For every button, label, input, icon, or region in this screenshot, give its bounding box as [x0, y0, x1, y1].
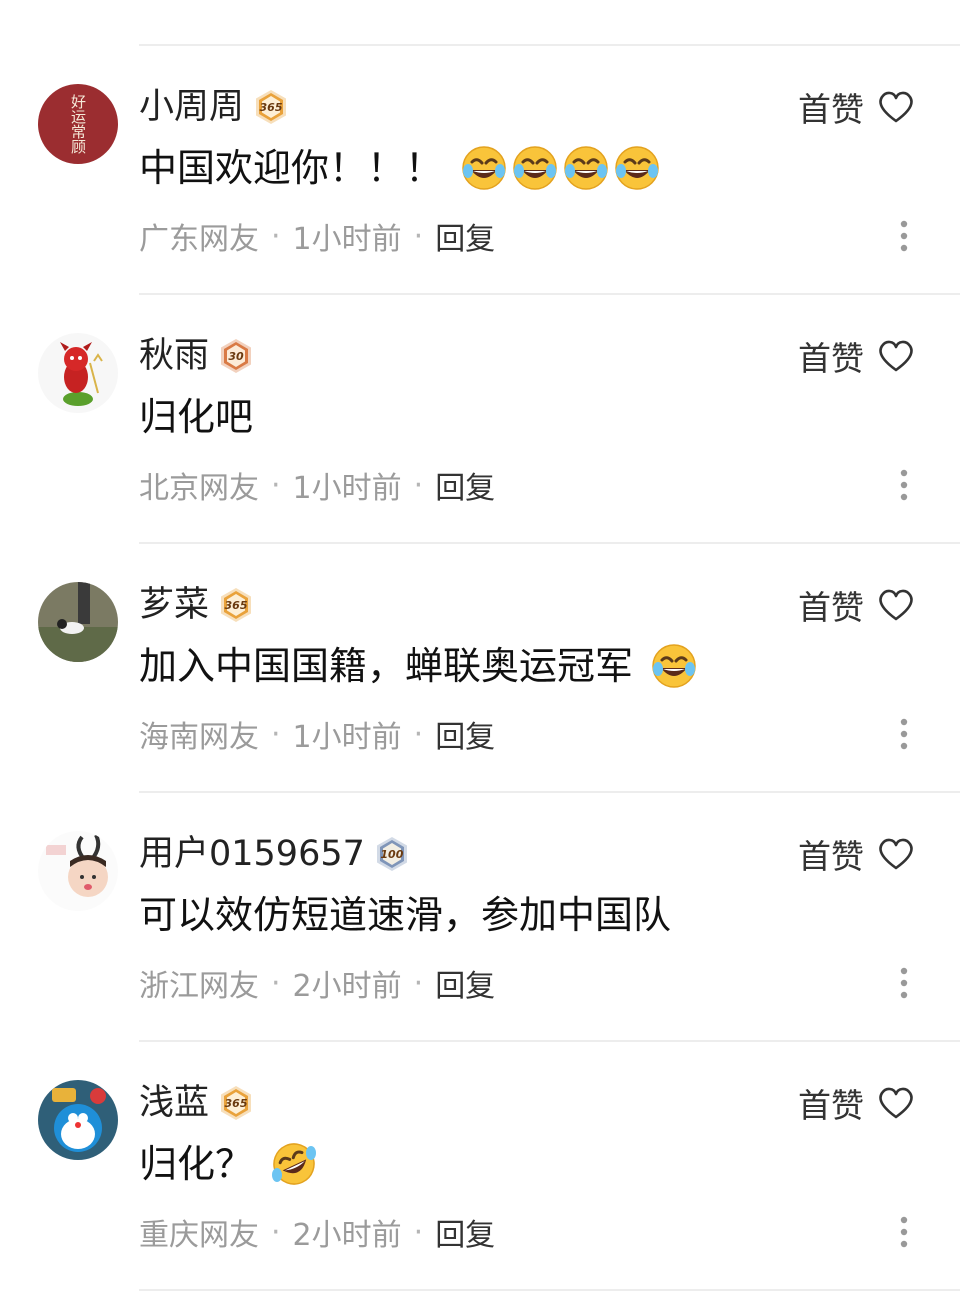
comment-body: 归化吧	[139, 395, 254, 439]
comment-body: 归化？	[139, 1142, 254, 1186]
comment-text: 加入中国国籍，蝉联奥运冠军	[139, 636, 697, 696]
like-button[interactable]: 首赞	[798, 831, 916, 877]
separator-dot: ·	[413, 467, 424, 503]
separator-dot: ·	[413, 1214, 424, 1250]
comment-body: 中国欢迎你！！！	[139, 146, 444, 190]
badge-value: 100	[380, 847, 404, 861]
comment-item: 芗菜 365 首赞加入中国国籍，蝉联奥运冠军海南网友 · 1小时前 · 回复	[0, 542, 960, 791]
username[interactable]: 小周周	[139, 84, 244, 130]
comment-item: 浅蓝 365 首赞归化？ 重庆网友 · 2小时前 · 回复	[0, 1040, 960, 1289]
like-label: 首赞	[798, 837, 864, 876]
laughing-tears-emoji-icon	[512, 145, 558, 191]
heart-icon	[876, 585, 916, 625]
more-options-icon[interactable]	[898, 963, 910, 1003]
level-badge: 365	[217, 586, 255, 624]
user-avatar[interactable]: 好运常顾	[38, 84, 118, 164]
username[interactable]: 用户0159657	[139, 831, 365, 877]
level-badge: 365	[252, 88, 290, 126]
user-avatar[interactable]	[38, 831, 118, 911]
separator-dot: ·	[413, 716, 424, 752]
badge-value: 365	[259, 100, 283, 114]
laughing-tears-emoji-icon	[651, 643, 697, 689]
like-label: 首赞	[798, 588, 864, 627]
badge-value: 365	[224, 598, 248, 612]
heart-icon	[876, 336, 916, 376]
like-label: 首赞	[798, 339, 864, 378]
comment-meta: 浙江网友 · 2小时前 · 回复	[139, 961, 495, 1005]
like-button[interactable]: 首赞	[798, 1080, 916, 1126]
comment-item: 好运常顾 小周周 365 首赞中国欢迎你！！！ 广东网友 · 1小时前 · 回复	[0, 44, 960, 293]
more-options-icon[interactable]	[898, 1212, 910, 1252]
rolling-laughing-emoji-icon	[271, 1141, 317, 1187]
user-avatar[interactable]	[38, 333, 118, 413]
separator-dot: ·	[271, 467, 281, 503]
level-badge: 100	[373, 835, 411, 873]
comment-meta: 北京网友 · 1小时前 · 回复	[139, 463, 495, 507]
location-label: 重庆网友	[139, 1218, 259, 1253]
reply-button[interactable]: 回复	[435, 463, 495, 507]
reply-button[interactable]: 回复	[435, 961, 495, 1005]
name-row: 用户0159657 100	[139, 831, 411, 877]
timestamp: 2小时前	[292, 969, 402, 1004]
location-label: 北京网友	[139, 471, 259, 506]
comment-text: 中国欢迎你！！！	[139, 138, 660, 198]
like-button[interactable]: 首赞	[798, 333, 916, 379]
avatar-text: 好运常顾	[69, 94, 87, 154]
name-row: 秋雨 30	[139, 333, 255, 379]
comment-item: 用户0159657 100 首赞可以效仿短道速滑，参加中国队浙江网友 · 2小时前 · 回复	[0, 791, 960, 1040]
level-badge: 365	[217, 1084, 255, 1122]
location-label: 海南网友	[139, 720, 259, 755]
comment-meta: 广东网友 · 1小时前 · 回复	[139, 214, 495, 258]
username[interactable]: 浅蓝	[139, 1080, 209, 1126]
location-label: 广东网友	[139, 222, 259, 257]
level-badge: 30	[217, 337, 255, 375]
heart-icon	[876, 1083, 916, 1123]
timestamp: 2小时前	[292, 1218, 402, 1253]
comment-item: 秋雨 30 首赞归化吧北京网友 · 1小时前 · 回复	[0, 293, 960, 542]
user-avatar[interactable]	[38, 582, 118, 662]
separator-dot: ·	[271, 965, 281, 1001]
more-options-icon[interactable]	[898, 216, 910, 256]
location-label: 浙江网友	[139, 969, 259, 1004]
timestamp: 1小时前	[292, 720, 402, 755]
like-button[interactable]: 首赞	[798, 84, 916, 130]
comment-meta: 海南网友 · 1小时前 · 回复	[139, 712, 495, 756]
reply-button[interactable]: 回复	[435, 214, 495, 258]
heart-icon	[876, 87, 916, 127]
comment-text: 可以效仿短道速滑，参加中国队	[139, 885, 671, 945]
comment-meta: 重庆网友 · 2小时前 · 回复	[139, 1210, 495, 1254]
like-label: 首赞	[798, 1086, 864, 1125]
more-options-icon[interactable]	[898, 714, 910, 754]
reply-button[interactable]: 回复	[435, 712, 495, 756]
separator-dot: ·	[271, 1214, 281, 1250]
user-avatar[interactable]	[38, 1080, 118, 1160]
comment-body: 加入中国国籍，蝉联奥运冠军	[139, 644, 634, 688]
username[interactable]: 芗菜	[139, 582, 209, 628]
laughing-tears-emoji-icon	[563, 145, 609, 191]
comment-text: 归化？	[139, 1134, 317, 1194]
comment-text: 归化吧	[139, 387, 253, 447]
timestamp: 1小时前	[292, 222, 402, 257]
comment-body: 可以效仿短道速滑，参加中国队	[139, 893, 672, 937]
name-row: 芗菜 365	[139, 582, 255, 628]
laughing-tears-emoji-icon	[614, 145, 660, 191]
like-button[interactable]: 首赞	[798, 582, 916, 628]
badge-value: 365	[224, 1096, 248, 1110]
like-label: 首赞	[798, 90, 864, 129]
name-row: 浅蓝 365	[139, 1080, 255, 1126]
heart-icon	[876, 834, 916, 874]
separator-dot: ·	[413, 965, 424, 1001]
laughing-tears-emoji-icon	[461, 145, 507, 191]
comment-list: 好运常顾 小周周 365 首赞 中国欢迎你！！！ 广东网友 · 1小时前 · 回复 秋雨 30 首赞 归化…	[0, 0, 960, 1291]
separator-dot: ·	[271, 218, 281, 254]
separator-dot: ·	[271, 716, 281, 752]
name-row: 小周周 365	[139, 84, 290, 130]
reply-button[interactable]: 回复	[435, 1210, 495, 1254]
separator-dot: ·	[413, 218, 424, 254]
username[interactable]: 秋雨	[139, 333, 209, 379]
badge-value: 30	[228, 349, 244, 363]
timestamp: 1小时前	[292, 471, 402, 506]
more-options-icon[interactable]	[898, 465, 910, 505]
